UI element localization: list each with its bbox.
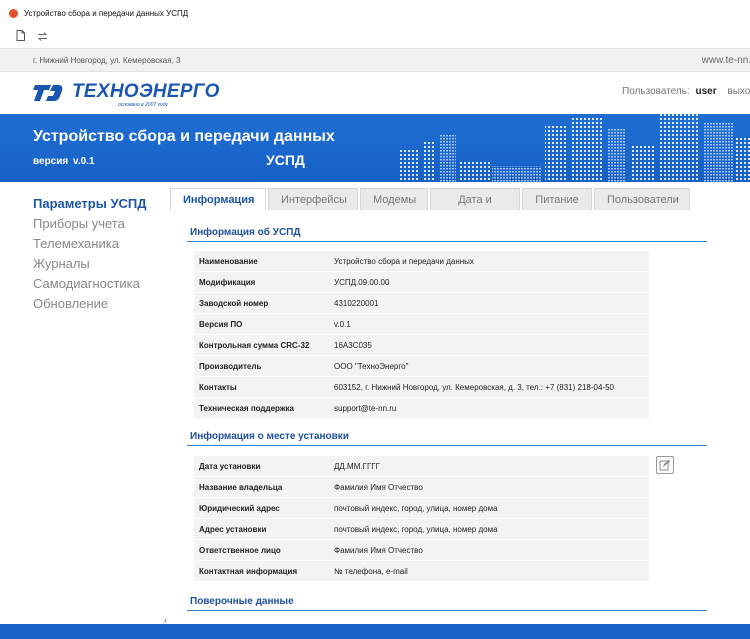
- table-row: Техническая поддержка support@te-nn.ru: [194, 398, 649, 419]
- row-key: Заводской номер: [199, 298, 269, 308]
- nav-item-meters[interactable]: Приборы учета: [33, 214, 163, 234]
- section-title-verification: Поверочные данные: [190, 596, 294, 607]
- table-row: Модификация УСПД.09.00.00: [194, 272, 649, 293]
- row-value: почтовый индекс, город, улица, номер дом…: [334, 503, 498, 513]
- info-table: Наименование Устройство сбора и передачи …: [194, 251, 649, 419]
- tab-power[interactable]: Питание: [522, 188, 592, 210]
- banner: Устройство сбора и передачи данных верси…: [0, 114, 750, 182]
- table-row: Адрес установки почтовый индекс, город, у…: [194, 519, 649, 540]
- tab-modems[interactable]: Модемы: [360, 188, 428, 210]
- nav-item-self-diagnostics[interactable]: Самодиагностика: [33, 274, 163, 294]
- nav-item-update[interactable]: Обновление: [33, 294, 163, 314]
- row-value: 603152, г. Нижний Новгород, ул. Кемеровс…: [334, 382, 614, 392]
- row-value: ООО "ТехноЭнерго": [334, 361, 409, 371]
- city-skyline-graphic: [400, 114, 750, 182]
- nav-item-telemechanics[interactable]: Телемеханика: [33, 234, 163, 254]
- row-value: v.0.1: [334, 319, 351, 329]
- table-row: Название владельца Фамилия Имя Отчество: [194, 477, 649, 498]
- row-key: Производитель: [199, 361, 262, 371]
- footer-bar: [0, 624, 750, 639]
- tab-info[interactable]: Информация: [170, 188, 266, 210]
- section-title-install: Информация о месте установки: [190, 431, 349, 442]
- section-title-info: Информация об УСПД: [190, 227, 301, 238]
- new-page-icon[interactable]: [16, 30, 25, 44]
- install-table: Дата установки ДД.ММ.ГГГГ Название владел…: [194, 456, 649, 582]
- row-key: Контактная информация: [199, 566, 298, 576]
- site-url[interactable]: www.te-nn.ru: [702, 55, 750, 66]
- table-row: Версия ПО v.0.1: [194, 314, 649, 335]
- address-left-text: г. Нижний Новгород, ул. Кемеровская, 3: [33, 55, 181, 65]
- row-key: Адрес установки: [199, 524, 267, 534]
- user-bar: Пользователь: user выход: [622, 86, 750, 97]
- user-label: Пользователь:: [622, 86, 690, 97]
- table-row: Производитель ООО "ТехноЭнерго": [194, 356, 649, 377]
- table-row: Наименование Устройство сбора и передачи …: [194, 251, 649, 272]
- banner-short-title: УСПД: [266, 152, 305, 168]
- user-name: user: [695, 86, 717, 97]
- table-row: Контакты 603152, г. Нижний Новгород, ул. …: [194, 377, 649, 398]
- table-row: Заводской номер 4310220001: [194, 293, 649, 314]
- site-header: ТЕХНОЭНЕРГО основано в 2007 году Пользов…: [0, 72, 750, 114]
- swap-arrows-icon[interactable]: [37, 30, 48, 44]
- browser-titlebar: Устройство сбора и передачи данных УСПД: [0, 0, 750, 26]
- nav-item-uspd-params[interactable]: Параметры УСПД: [33, 194, 163, 214]
- row-key: Наименование: [199, 256, 258, 266]
- logout-link[interactable]: выход: [727, 86, 750, 97]
- row-value: Фамилия Имя Отчество: [334, 545, 423, 555]
- row-key: Контакты: [199, 382, 237, 392]
- table-row: Контрольная сумма CRC-32 16A3C035: [194, 335, 649, 356]
- row-value: Фамилия Имя Отчество: [334, 482, 423, 492]
- section-divider: [187, 241, 707, 242]
- row-value: № телефона, e-mail: [334, 566, 408, 576]
- row-key: Дата установки: [199, 461, 261, 471]
- logo-icon: [33, 85, 63, 101]
- row-key: Техническая поддержка: [199, 403, 294, 413]
- row-key: Модификация: [199, 277, 256, 287]
- tab-content: Информация об УСПД Наименование Устройств…: [170, 210, 750, 614]
- row-key: Юридический адрес: [199, 503, 280, 513]
- tab-interfaces[interactable]: Интерфейсы: [268, 188, 358, 210]
- logo-subtitle: основано в 2007 году: [118, 102, 168, 108]
- table-row: Контактная информация № телефона, e-mail: [194, 561, 649, 582]
- table-row: Юридический адрес почтовый индекс, город,…: [194, 498, 649, 519]
- row-key: Контрольная сумма CRC-32: [199, 340, 310, 350]
- banner-title: Устройство сбора и передачи данных: [33, 128, 335, 145]
- left-nav: Параметры УСПД Приборы учета Телемеханик…: [33, 194, 163, 314]
- row-value: УСПД.09.00.00: [334, 277, 390, 287]
- row-key: Ответственное лицо: [199, 545, 281, 555]
- nav-item-logs[interactable]: Журналы: [33, 254, 163, 274]
- table-row: Ответственное лицо Фамилия Имя Отчество: [194, 540, 649, 561]
- address-bar[interactable]: г. Нижний Новгород, ул. Кемеровская, 3 w…: [0, 48, 750, 72]
- edit-install-button[interactable]: [656, 456, 674, 474]
- table-row: Дата установки ДД.ММ.ГГГГ: [194, 456, 649, 477]
- section-divider: [187, 445, 707, 446]
- favicon-icon: [9, 8, 18, 18]
- row-value: 4310220001: [334, 298, 379, 308]
- tab-bar: Информация Интерфейсы Модемы Дата и врем…: [170, 188, 692, 228]
- row-value: ДД.ММ.ГГГГ: [334, 461, 380, 471]
- row-key: Название владельца: [199, 482, 283, 492]
- row-value: 16A3C035: [334, 340, 372, 350]
- row-value: Устройство сбора и передачи данных: [334, 256, 474, 266]
- browser-tab-title: Устройство сбора и передачи данных УСПД: [24, 8, 189, 18]
- version-label: версия: [33, 156, 69, 167]
- edit-pencil-icon: [659, 460, 671, 471]
- tab-date-time[interactable]: Дата и время: [430, 188, 520, 228]
- logo-text: ТЕХНОЭНЕРГО: [72, 81, 220, 102]
- row-value: почтовый индекс, город, улица, номер дом…: [334, 524, 498, 534]
- browser-toolbar: [0, 26, 750, 48]
- section-divider: [187, 610, 707, 611]
- row-value[interactable]: support@te-nn.ru: [334, 404, 396, 413]
- row-key: Версия ПО: [199, 319, 243, 329]
- tab-users[interactable]: Пользователи: [594, 188, 690, 210]
- version-value: v.0.1: [73, 156, 95, 167]
